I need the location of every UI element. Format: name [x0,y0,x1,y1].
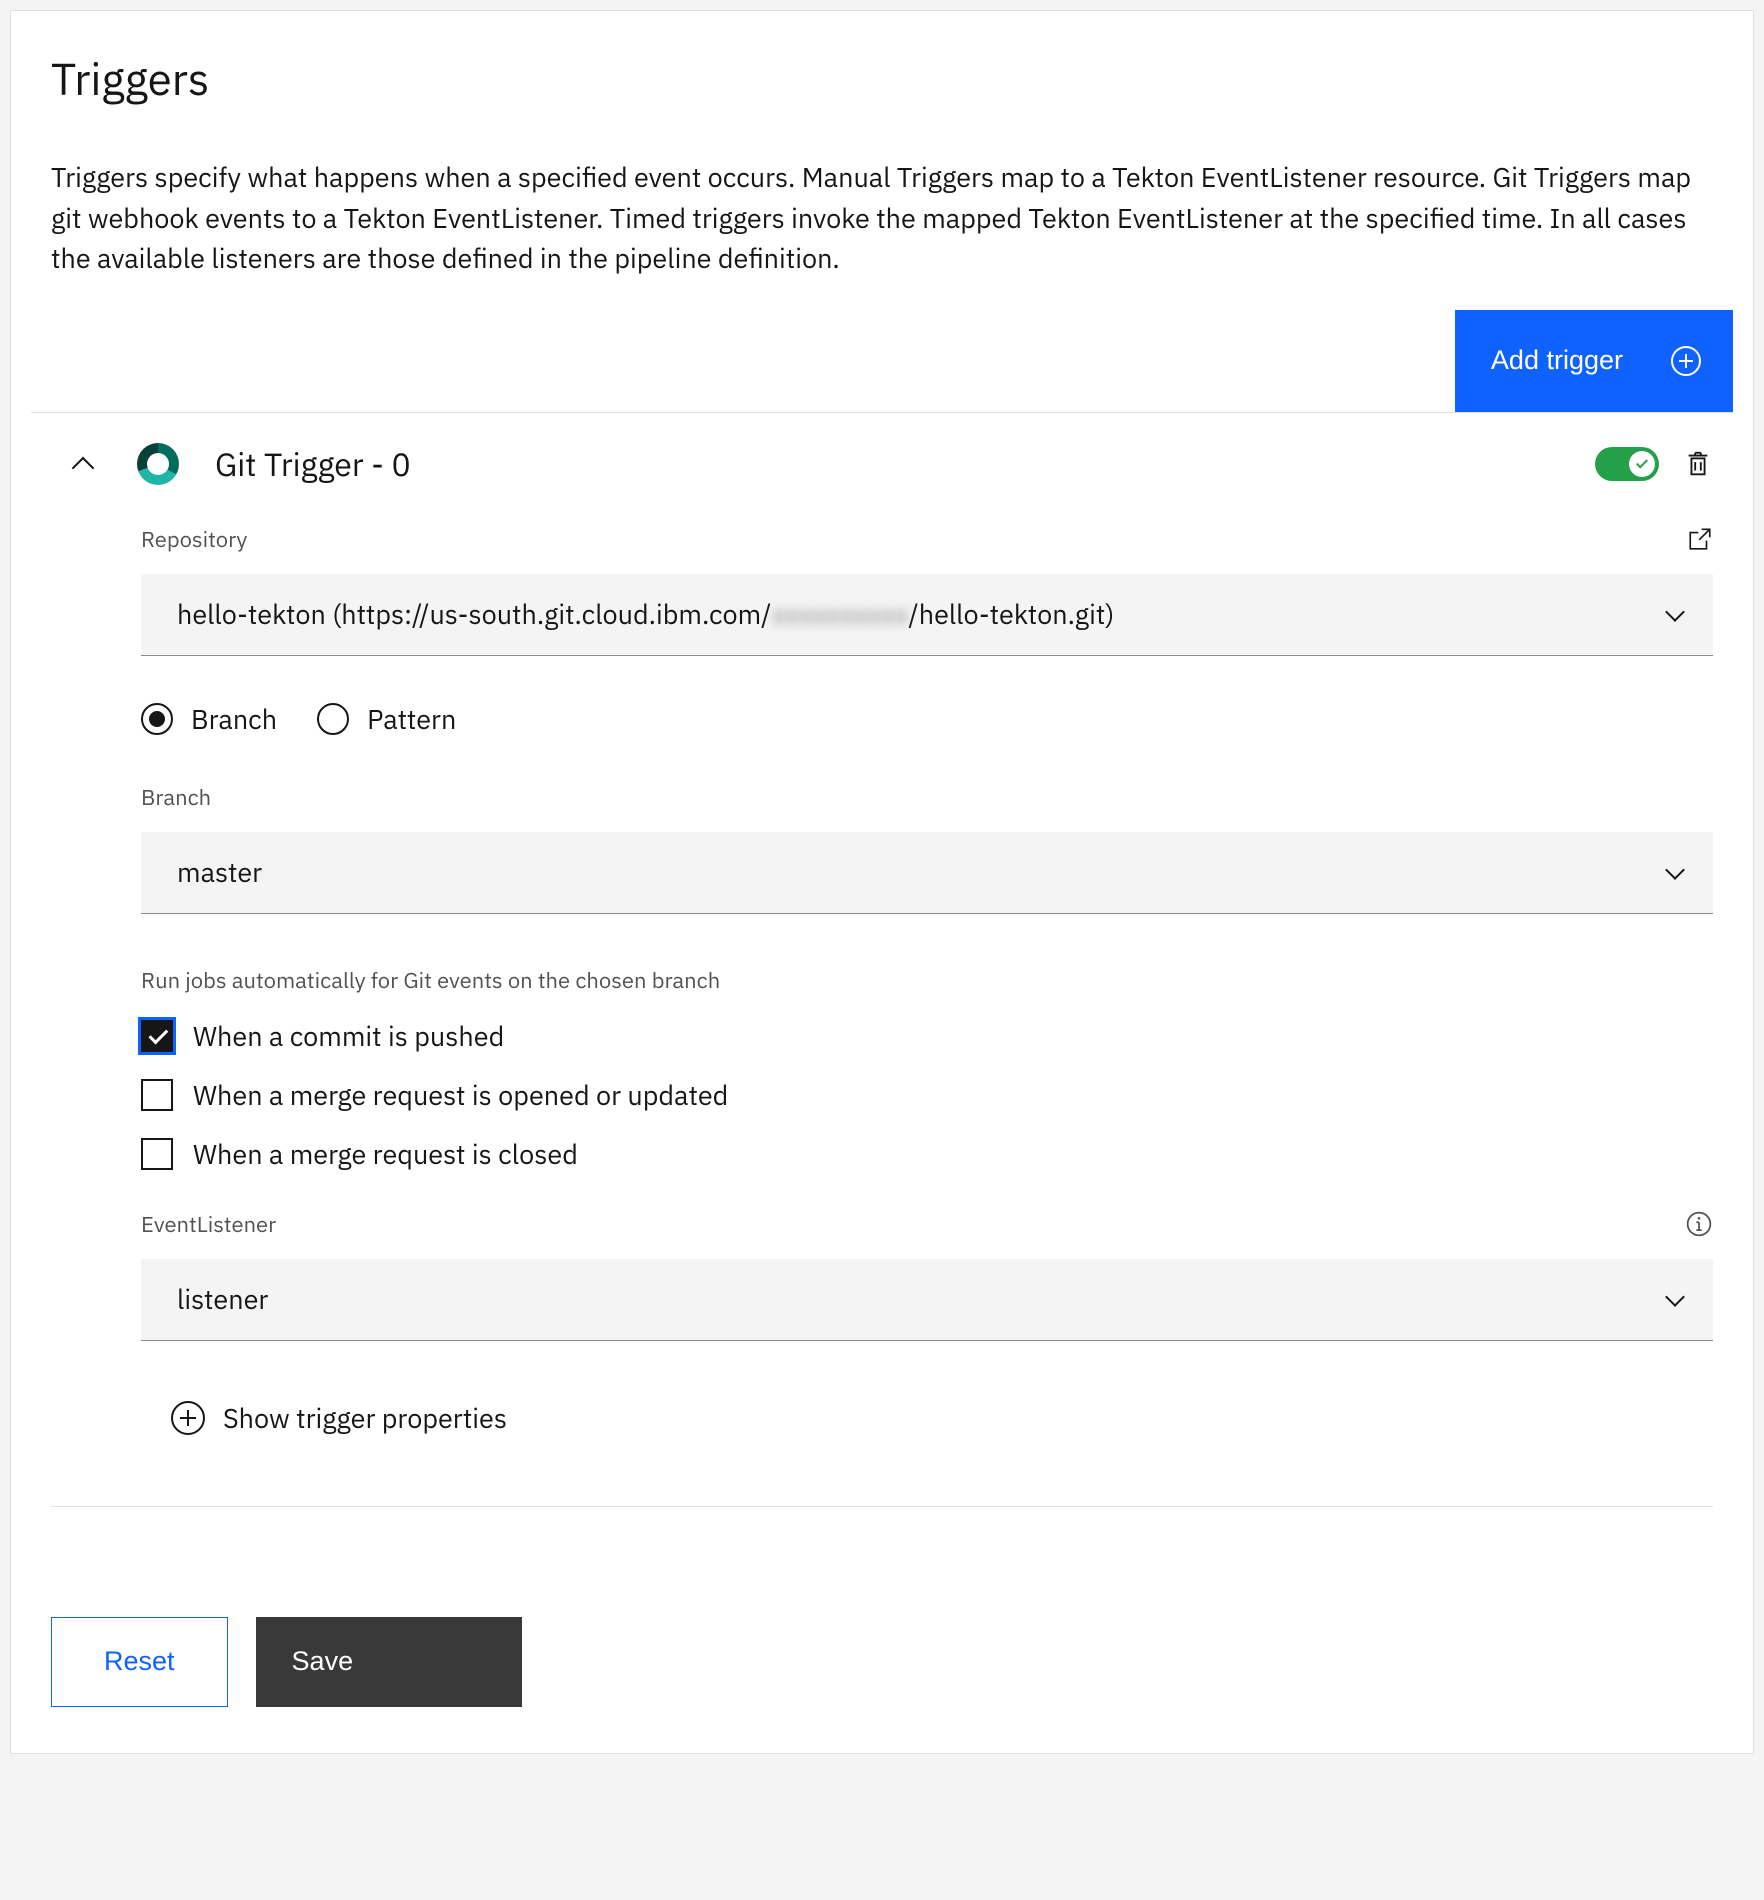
reset-button[interactable]: Reset [51,1617,228,1707]
commit-pushed-label: When a commit is pushed [193,1019,504,1054]
branch-value: master [177,855,262,890]
branch-radio[interactable]: Branch [141,702,277,737]
pattern-radio-label: Pattern [367,702,456,737]
trigger-enable-toggle[interactable] [1595,447,1659,481]
trigger-title: Git Trigger - 0 [215,443,411,485]
checkbox-icon [141,1079,173,1111]
external-link-icon[interactable] [1687,526,1713,552]
chevron-down-icon [1665,604,1685,624]
triggers-card: Triggers Triggers specify what happens w… [10,10,1754,1754]
repository-select[interactable]: hello-tekton (https://us-south.git.cloud… [141,574,1713,656]
save-button[interactable]: Save [256,1617,522,1707]
add-trigger-label: Add trigger [1491,345,1623,376]
trigger-body: Repository hello-tekton (https://us-sout… [31,525,1733,1436]
show-trigger-properties-label: Show trigger properties [223,1401,507,1436]
eventlistener-value: listener [177,1282,268,1317]
page-title: Triggers [51,51,1733,108]
eventlistener-label: EventListener [141,1210,276,1239]
delete-trigger-button[interactable] [1683,449,1713,479]
mr-closed-label: When a merge request is closed [193,1137,578,1172]
repository-label: Repository [141,525,247,554]
mr-opened-label: When a merge request is opened or update… [193,1078,728,1113]
radio-icon [141,703,173,735]
mr-closed-checkbox-row[interactable]: When a merge request is closed [141,1137,1713,1172]
branch-label: Branch [141,783,1713,812]
trigger-header[interactable]: Git Trigger - 0 [31,413,1733,515]
branch-radio-label: Branch [191,702,277,737]
plus-circle-icon [171,1401,205,1435]
pattern-radio[interactable]: Pattern [317,702,456,737]
repository-value: hello-tekton (https://us-south.git.cloud… [177,597,1114,632]
mr-opened-checkbox-row[interactable]: When a merge request is opened or update… [141,1078,1713,1113]
git-provider-icon [137,443,179,485]
footer-actions: Reset Save [31,1507,1733,1707]
chevron-down-icon [1665,862,1685,882]
chevron-up-icon [71,452,95,476]
show-trigger-properties-button[interactable]: Show trigger properties [171,1401,1713,1436]
git-events-helptext: Run jobs automatically for Git events on… [141,966,1713,995]
branch-select[interactable]: master [141,832,1713,914]
plus-circle-icon [1671,346,1701,376]
chevron-down-icon [1665,1289,1685,1309]
commit-pushed-checkbox-row[interactable]: When a commit is pushed [141,1019,1713,1054]
checkbox-icon [141,1138,173,1170]
checkbox-icon [141,1020,173,1052]
radio-icon [317,703,349,735]
add-trigger-button[interactable]: Add trigger [1455,310,1733,412]
add-trigger-row: Add trigger [31,300,1733,413]
triggers-description: Triggers specify what happens when a spe… [51,158,1713,280]
ref-type-radio-group: Branch Pattern [141,702,1713,737]
eventlistener-select[interactable]: listener [141,1259,1713,1341]
info-icon[interactable] [1685,1210,1713,1238]
